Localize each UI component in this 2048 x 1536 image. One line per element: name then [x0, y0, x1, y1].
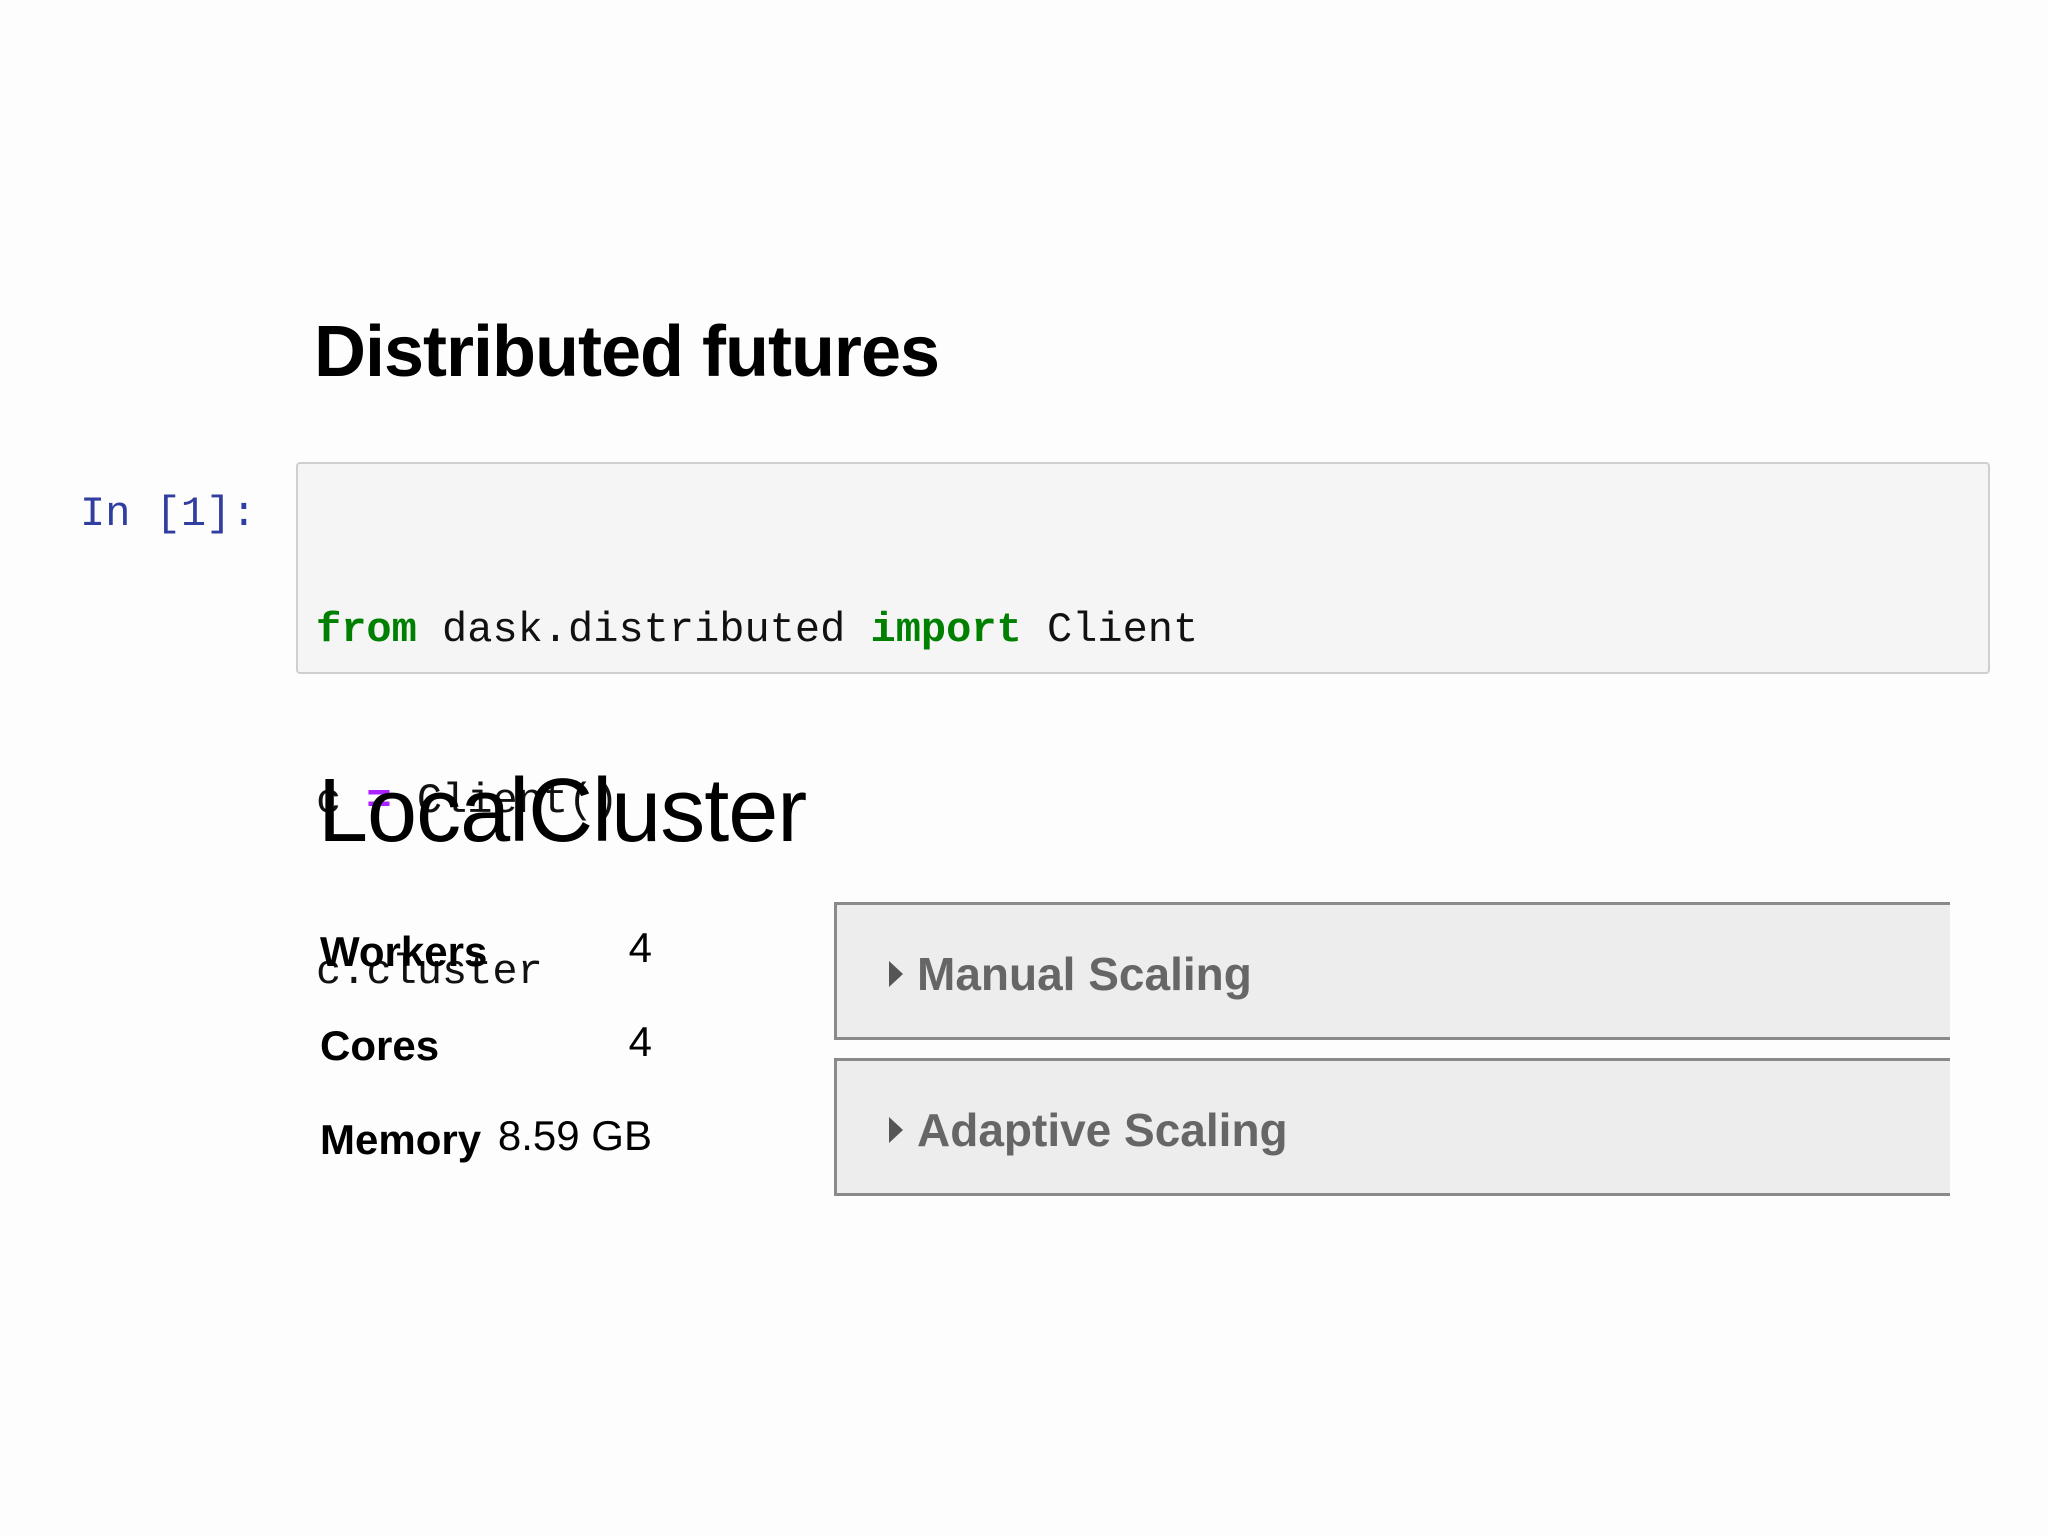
keyword: from — [316, 606, 417, 654]
stat-label: Cores — [320, 1022, 440, 1069]
markdown-heading: Distributed futures — [314, 312, 940, 392]
stat-row-workers: Workers 4 — [318, 910, 658, 1004]
cluster-stats-table: Workers 4 Cores 4 Memory 8.59 GB — [318, 910, 658, 1192]
adaptive-scaling-accordion[interactable]: Adaptive Scaling — [834, 1058, 1950, 1196]
accordion-label: Manual Scaling — [917, 948, 1252, 1000]
stat-row-cores: Cores 4 — [318, 1004, 658, 1098]
stat-row-memory: Memory 8.59 GB — [318, 1098, 658, 1192]
code-line: from dask.distributed import Client — [316, 602, 1198, 659]
code-text: dask.distributed — [416, 606, 871, 654]
cell-prompt: In [1]: — [80, 490, 257, 538]
stat-value: 4 — [628, 1018, 652, 1065]
caret-right-icon — [889, 961, 903, 987]
keyword: import — [870, 606, 1022, 654]
cluster-title: LocalCluster — [318, 761, 807, 861]
stat-label: Memory — [320, 1116, 482, 1163]
stat-value: 8.59 GB — [497, 1112, 652, 1159]
code-cell-editor[interactable]: from dask.distributed import Client c = … — [296, 462, 1990, 996]
stat-value: 4 — [628, 924, 652, 971]
manual-scaling-accordion[interactable]: Manual Scaling — [834, 902, 1950, 1040]
accordion-label: Adaptive Scaling — [917, 1104, 1288, 1156]
stat-label: Workers — [320, 928, 488, 975]
caret-right-icon — [889, 1117, 903, 1143]
code-text: Client — [1021, 606, 1199, 654]
notebook: Distributed futures In [1]: from dask.di… — [0, 0, 2048, 1536]
